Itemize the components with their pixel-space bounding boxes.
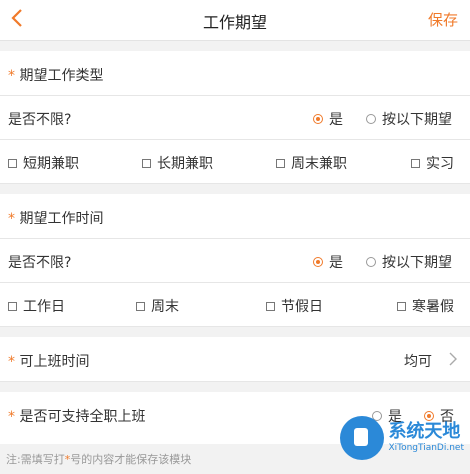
- checkbox-weekend-job[interactable]: 周末兼职: [276, 153, 347, 173]
- radio-custom-label: 按以下期望: [382, 255, 452, 271]
- radio-selected-icon: [313, 114, 323, 124]
- radio-yes-label: 是: [329, 255, 343, 271]
- checkbox-icon: [266, 301, 275, 311]
- checkbox-long-term[interactable]: 长期兼职: [142, 153, 213, 173]
- checkbox-icon: [136, 301, 145, 311]
- work-time-unlimited-row: 是否不限? 是 按以下期望: [0, 239, 470, 283]
- work-time-radio-custom[interactable]: 按以下期望: [366, 252, 452, 272]
- watermark-logo-icon: [340, 416, 385, 460]
- job-type-radio-custom[interactable]: 按以下期望: [366, 109, 452, 129]
- job-type-section-header: * 期望工作类型: [0, 51, 470, 96]
- job-type-heading: * 期望工作类型: [8, 68, 104, 84]
- checkbox-icon: [397, 301, 406, 311]
- checkbox-icon: [276, 158, 285, 168]
- work-time-heading: * 期望工作时间: [8, 211, 104, 227]
- page-title: 工作期望: [202, 13, 267, 32]
- available-time-value: 均可: [404, 354, 432, 370]
- radio-yes-label: 是: [329, 112, 343, 128]
- radio-custom-label: 按以下期望: [382, 112, 452, 128]
- save-button[interactable]: 保存: [428, 9, 458, 30]
- footer-note-text: 注:需填写打*号的内容才能保存该模块: [6, 453, 192, 466]
- job-type-radio-yes[interactable]: 是: [313, 109, 343, 129]
- job-type-unlimited-row: 是否不限? 是 按以下期望: [0, 96, 470, 140]
- checkbox-icon: [142, 158, 151, 168]
- work-time-radio-yes[interactable]: 是: [313, 252, 343, 272]
- checkbox-icon: [8, 301, 17, 311]
- chevron-right-icon: [449, 352, 457, 366]
- radio-unselected-icon: [366, 257, 376, 267]
- nav-bar: 工作期望 保存: [0, 0, 470, 41]
- checkbox-vacation[interactable]: 寒暑假: [397, 296, 454, 316]
- watermark-subtitle: XiTongTianDi.net: [388, 443, 464, 453]
- work-time-checkbox-row: 工作日 周末 节假日 寒暑假: [0, 283, 470, 327]
- work-time-section-header: * 期望工作时间: [0, 194, 470, 239]
- checkbox-icon: [8, 158, 17, 168]
- checkbox-short-term[interactable]: 短期兼职: [8, 153, 79, 173]
- checkbox-icon: [411, 158, 420, 168]
- work-time-question: 是否不限?: [8, 255, 72, 271]
- radio-unselected-icon: [366, 114, 376, 124]
- checkbox-weekend[interactable]: 周末: [136, 296, 179, 316]
- available-time-row[interactable]: * 可上班时间 均可: [0, 337, 470, 382]
- checkbox-holiday[interactable]: 节假日: [266, 296, 323, 316]
- checkbox-internship[interactable]: 实习: [411, 153, 454, 173]
- checkbox-workday[interactable]: 工作日: [8, 296, 65, 316]
- job-type-checkbox-row: 短期兼职 长期兼职 周末兼职 实习: [0, 140, 470, 184]
- watermark: 系统天地 XiTongTianDi.net: [340, 416, 464, 460]
- watermark-title: 系统天地: [388, 421, 461, 442]
- fulltime-label: * 是否可支持全职上班: [8, 409, 146, 425]
- job-type-question: 是否不限?: [8, 112, 72, 128]
- available-time-label: * 可上班时间: [8, 354, 90, 370]
- radio-selected-icon: [313, 257, 323, 267]
